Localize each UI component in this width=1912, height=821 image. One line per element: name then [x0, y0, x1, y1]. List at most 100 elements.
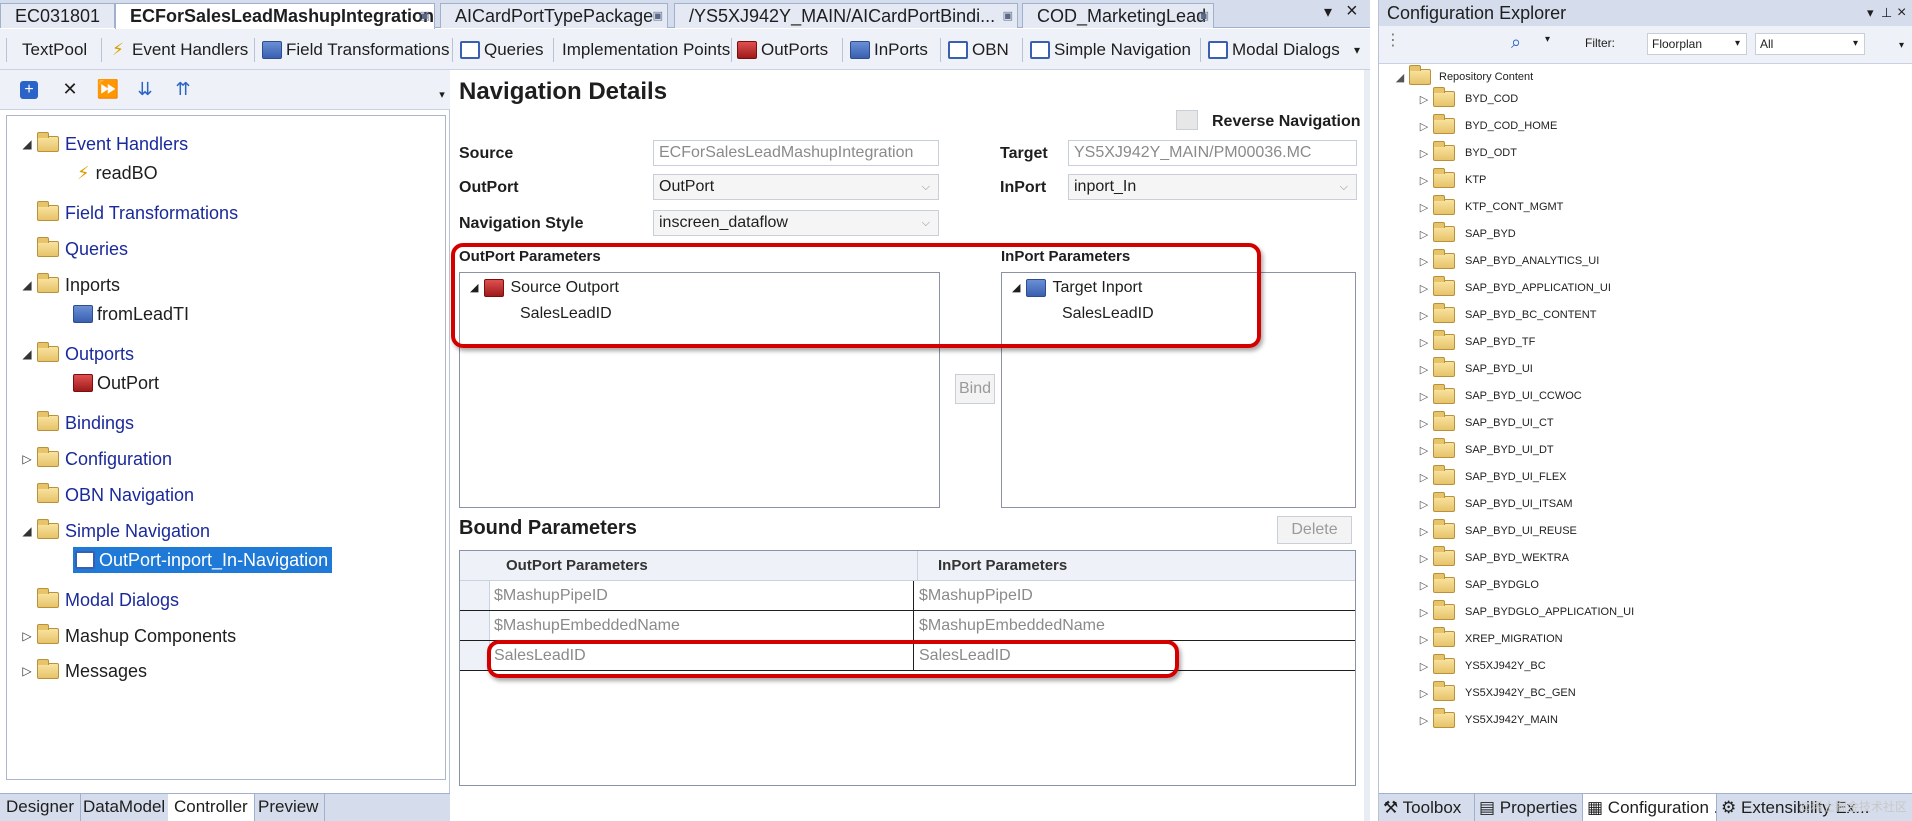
target-field[interactable]: YS5XJ942Y_MAIN/PM00036.MC — [1068, 140, 1357, 166]
expand-arrow-icon[interactable]: ▷ — [1415, 471, 1433, 484]
expand-all-icon[interactable]: ⇊ — [133, 78, 157, 100]
expand-arrow-icon[interactable]: ▷ — [17, 623, 37, 649]
expand-arrow-icon[interactable]: ▷ — [1415, 633, 1433, 646]
run-icon[interactable]: ⏩ — [96, 78, 120, 100]
expand-arrow-icon[interactable]: ▷ — [1415, 444, 1433, 457]
tree-node-repository-item[interactable]: ▷ BYD_ODT — [1415, 141, 1517, 164]
tree-node-inports[interactable]: ◢ Inports — [17, 272, 120, 298]
tree-node-repository-item[interactable]: ▷ SAP_BYD_UI_REUSE — [1415, 519, 1577, 542]
expand-arrow-icon[interactable]: ▷ — [1415, 660, 1433, 673]
close-icon[interactable]: × — [1346, 0, 1358, 23]
column-header-inport[interactable]: InPort Parameters — [938, 551, 1067, 581]
auto-hide-icon[interactable]: ⊥ — [1881, 0, 1892, 26]
tree-node-outport[interactable]: OutPort — [73, 370, 159, 396]
doc-tab-ec031801[interactable]: EC031801 — [0, 3, 115, 28]
event-handlers-button[interactable]: ⚡ Event Handlers — [108, 38, 248, 62]
tree-node-simple-navigation[interactable]: ◢ Simple Navigation — [17, 518, 210, 544]
tree-node-repository-item[interactable]: ▷ KTP — [1415, 168, 1486, 191]
delete-icon[interactable]: ✕ — [58, 78, 82, 100]
queries-button[interactable]: Queries — [460, 38, 544, 62]
tree-node-event-handlers[interactable]: ◢ Event Handlers — [17, 131, 188, 157]
tree-node-repository-item[interactable]: ▷ SAP_BYD_BC_CONTENT — [1415, 303, 1596, 326]
tree-node-repository-item[interactable]: ▷ SAP_BYD_WEKTRA — [1415, 546, 1569, 569]
tree-node-modal-dialogs[interactable]: Modal Dialogs — [37, 587, 179, 613]
expand-arrow-icon[interactable]: ▷ — [1415, 120, 1433, 133]
expand-arrow-icon[interactable]: ▷ — [1415, 255, 1433, 268]
tree-node-repository-item[interactable]: ▷ SAP_BYD_UI_CT — [1415, 411, 1554, 434]
tab-properties[interactable]: ▤ Properties — [1475, 794, 1583, 821]
reverse-navigation-checkbox[interactable] — [1176, 110, 1198, 130]
collapse-arrow-icon[interactable]: ◢ — [17, 341, 37, 367]
tree-node-repository-item[interactable]: ▷ YS5XJ942Y_MAIN — [1415, 708, 1558, 731]
tab-configuration[interactable]: ▦ Configuration ... — [1583, 794, 1717, 821]
tree-node-outport-inport-in-navigation[interactable]: OutPort-inport_In-Navigation — [73, 547, 333, 573]
expand-arrow-icon[interactable]: ▷ — [1415, 606, 1433, 619]
textpool-button[interactable]: TextPool — [22, 38, 87, 62]
tree-node-repository-item[interactable]: ▷ SAP_BYD — [1415, 222, 1516, 245]
tree-node-obn-navigation[interactable]: OBN Navigation — [37, 482, 194, 508]
table-cell[interactable]: $MashupPipeID — [492, 581, 914, 610]
tree-node-repository-item[interactable]: ▷ SAP_BYD_UI_CCWOC — [1415, 384, 1582, 407]
expand-arrow-icon[interactable]: ▷ — [1415, 147, 1433, 160]
pin-icon[interactable]: ▣ — [653, 4, 663, 28]
navigation-style-select[interactable]: inscreen_dataflow ⌵ — [653, 210, 939, 236]
collapse-arrow-icon[interactable]: ◢ — [1391, 71, 1409, 84]
tab-designer[interactable]: Designer — [0, 794, 82, 821]
tree-node-repository-item[interactable]: ▷ YS5XJ942Y_BC — [1415, 654, 1546, 677]
expand-arrow-icon[interactable]: ▷ — [1415, 228, 1433, 241]
expand-arrow-icon[interactable]: ▷ — [1415, 687, 1433, 700]
tree-node-repository-item[interactable]: ▷ SAP_BYD_ANALYTICS_UI — [1415, 249, 1599, 272]
expand-arrow-icon[interactable]: ▷ — [17, 446, 37, 472]
doc-tab-ecforsalesleadmashupintegration[interactable]: ECForSalesLeadMashupIntegration ▣ — [115, 3, 435, 29]
tree-node-repository-item[interactable]: ▷ SAP_BYD_UI_ITSAM — [1415, 492, 1573, 515]
tree-node-readbo[interactable]: ⚡ readBO — [77, 160, 158, 186]
filter-type-select[interactable]: Floorplan ▾ — [1647, 33, 1747, 55]
inport-select[interactable]: inport_In ⌵ — [1068, 174, 1357, 200]
collapse-all-icon[interactable]: ⇈ — [171, 78, 195, 100]
toolbar-overflow-icon[interactable]: ▾ — [1354, 43, 1360, 57]
expand-arrow-icon[interactable]: ▷ — [1415, 714, 1433, 727]
tree-node-mashup-components[interactable]: ▷ Mashup Components — [17, 623, 236, 649]
expand-arrow-icon[interactable]: ▷ — [1415, 93, 1433, 106]
doc-tab-aicardportbinding[interactable]: /YS5XJ942Y_MAIN/AICardPortBindi... ▣ — [674, 3, 1018, 28]
delete-button[interactable]: Delete — [1277, 516, 1352, 544]
expand-arrow-icon[interactable]: ▷ — [1415, 174, 1433, 187]
tree-node-repository-item[interactable]: ▷ SAP_BYDGLO — [1415, 573, 1539, 596]
vertical-scrollbar[interactable] — [1364, 70, 1370, 821]
modal-dialogs-button[interactable]: Modal Dialogs — [1208, 38, 1340, 62]
tree-node-outports[interactable]: ◢ Outports — [17, 341, 134, 367]
tree-node-repository-item[interactable]: ▷ SAP_BYD_UI_FLEX — [1415, 465, 1567, 488]
collapse-arrow-icon[interactable]: ◢ — [17, 131, 37, 157]
outport-select[interactable]: OutPort ⌵ — [653, 174, 939, 200]
search-dropdown-icon[interactable]: ▾ — [1545, 34, 1550, 45]
tree-node-configuration[interactable]: ▷ Configuration — [17, 446, 172, 472]
source-field[interactable]: ECForSalesLeadMashupIntegration — [653, 140, 939, 166]
expand-arrow-icon[interactable]: ▷ — [1415, 552, 1433, 565]
doc-tab-aicardporttypepackage[interactable]: AICardPortTypePackage ▣ — [440, 3, 668, 28]
pin-icon[interactable]: ▾ — [1867, 0, 1874, 26]
tree-node-fromleadti[interactable]: fromLeadTI — [73, 301, 189, 327]
tree-node-repository-content[interactable]: ◢ Repository Content — [1391, 65, 1533, 88]
tree-node-queries[interactable]: Queries — [37, 236, 128, 262]
tree-node-repository-item[interactable]: ▷ KTP_CONT_MGMT — [1415, 195, 1563, 218]
filter-scope-select[interactable]: All ▾ — [1755, 33, 1865, 55]
toolbar-overflow-icon[interactable]: ▾ — [1899, 40, 1904, 51]
search-icon[interactable]: ⌕ — [1511, 32, 1521, 53]
tree-node-repository-item[interactable]: ▷ BYD_COD_HOME — [1415, 114, 1557, 137]
expand-arrow-icon[interactable]: ▷ — [1415, 336, 1433, 349]
expand-arrow-icon[interactable]: ▷ — [1415, 363, 1433, 376]
table-cell[interactable]: $MashupEmbeddedName — [492, 611, 914, 640]
table-cell[interactable]: $MashupEmbeddedName — [915, 611, 1338, 640]
expand-arrow-icon[interactable]: ▷ — [1415, 579, 1433, 592]
doc-tab-cod-marketinglead[interactable]: COD_MarketingLead ▣ — [1022, 3, 1214, 28]
expand-arrow-icon[interactable]: ▷ — [1415, 309, 1433, 322]
tree-node-field-transformations[interactable]: Field Transformations — [37, 200, 238, 226]
inports-button[interactable]: InPorts — [850, 38, 928, 62]
expand-arrow-icon[interactable]: ▷ — [1415, 282, 1433, 295]
tree-node-repository-item[interactable]: ▷ BYD_COD — [1415, 87, 1518, 110]
close-icon[interactable]: × — [1897, 0, 1906, 26]
tree-node-repository-item[interactable]: ▷ YS5XJ942Y_BC_GEN — [1415, 681, 1576, 704]
tab-datamodel[interactable]: DataModel — [77, 794, 173, 821]
pin-icon[interactable]: ▣ — [420, 4, 430, 28]
tab-list-dropdown-icon[interactable]: ▾ — [1324, 2, 1332, 22]
